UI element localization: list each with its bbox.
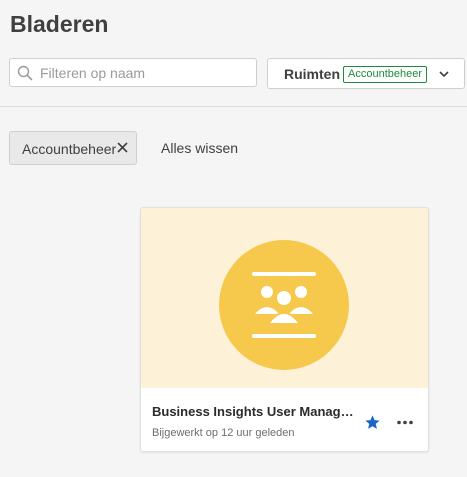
filter-chip[interactable]: Accountbeheer xyxy=(9,131,137,165)
card-subtitle: Bijgewerkt op 12 uur geleden xyxy=(152,427,295,439)
chevron-down-icon xyxy=(439,71,449,78)
search-box[interactable] xyxy=(9,58,257,87)
spaces-dropdown[interactable]: Ruimten Accountbeheer xyxy=(267,58,465,89)
spaces-badge: Accountbeheer xyxy=(343,66,427,83)
card-title[interactable]: Business Insights User Manage... xyxy=(152,404,357,419)
search-input[interactable] xyxy=(40,63,250,83)
card-thumbnail xyxy=(141,208,428,388)
filter-chip-label: Accountbeheer xyxy=(22,141,117,157)
clear-all-button[interactable]: Alles wissen xyxy=(161,140,238,156)
app-card[interactable]: Business Insights User Manage... Bijgewe… xyxy=(140,207,429,452)
people-presentation-icon xyxy=(219,240,349,370)
page-title: Bladeren xyxy=(10,11,109,37)
spaces-label: Ruimten xyxy=(284,66,340,82)
search-icon xyxy=(17,65,33,81)
close-icon[interactable] xyxy=(117,142,128,153)
header: Bladeren Ruimten Accountbeheer xyxy=(0,0,467,107)
more-options-icon[interactable] xyxy=(395,414,415,431)
star-icon[interactable] xyxy=(364,414,381,431)
